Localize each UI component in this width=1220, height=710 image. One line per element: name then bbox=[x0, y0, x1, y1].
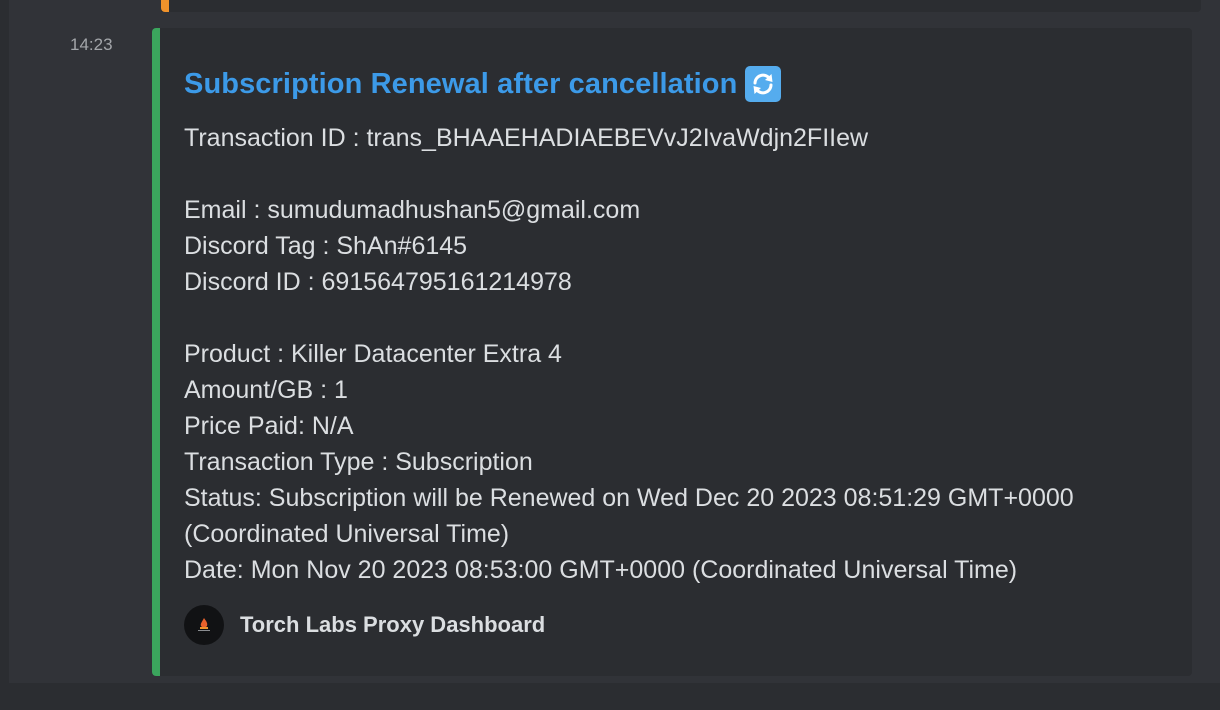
email-line: Email : sumudumadhushan5@gmail.com bbox=[184, 196, 641, 224]
message-timestamp[interactable]: 14:23 bbox=[70, 35, 113, 55]
embed-footer: Torch Labs Proxy Dashboard bbox=[184, 605, 545, 645]
product-line: Product : Killer Datacenter Extra 4 bbox=[184, 340, 562, 368]
discord-id-line: Discord ID : 691564795161214978 bbox=[184, 268, 572, 296]
embed-accent-bar bbox=[152, 28, 160, 676]
transaction-type-line: Transaction Type : Subscription bbox=[184, 448, 533, 476]
arrows-counterclockwise-icon bbox=[745, 66, 782, 102]
embed-title: Subscription Renewal after cancellation bbox=[184, 67, 738, 100]
previous-embed-accent-bar bbox=[161, 0, 169, 12]
torch-labs-logo bbox=[184, 605, 224, 645]
amount-line: Amount/GB : 1 bbox=[184, 376, 348, 404]
chat-bottom-edge bbox=[0, 683, 1220, 710]
date-line: Date: Mon Nov 20 2023 08:53:00 GMT+0000 … bbox=[184, 556, 1018, 584]
embed-title-row: Subscription Renewal after cancellation bbox=[184, 66, 782, 102]
discord-tag-line: Discord Tag : ShAn#6145 bbox=[184, 232, 468, 260]
embed-description: Transaction ID : trans_BHAAEHADIAEBEVvJ2… bbox=[184, 120, 1174, 588]
transaction-id-line: Transaction ID : trans_BHAAEHADIAEBEVvJ2… bbox=[184, 124, 869, 152]
embed-footer-text: Torch Labs Proxy Dashboard bbox=[240, 612, 546, 637]
previous-embed bbox=[161, 0, 1201, 12]
embed-card: Subscription Renewal after cancellation … bbox=[152, 28, 1192, 676]
price-paid-line: Price Paid: N/A bbox=[184, 412, 354, 440]
status-line: Status: Subscription will be Renewed on … bbox=[184, 484, 1074, 548]
